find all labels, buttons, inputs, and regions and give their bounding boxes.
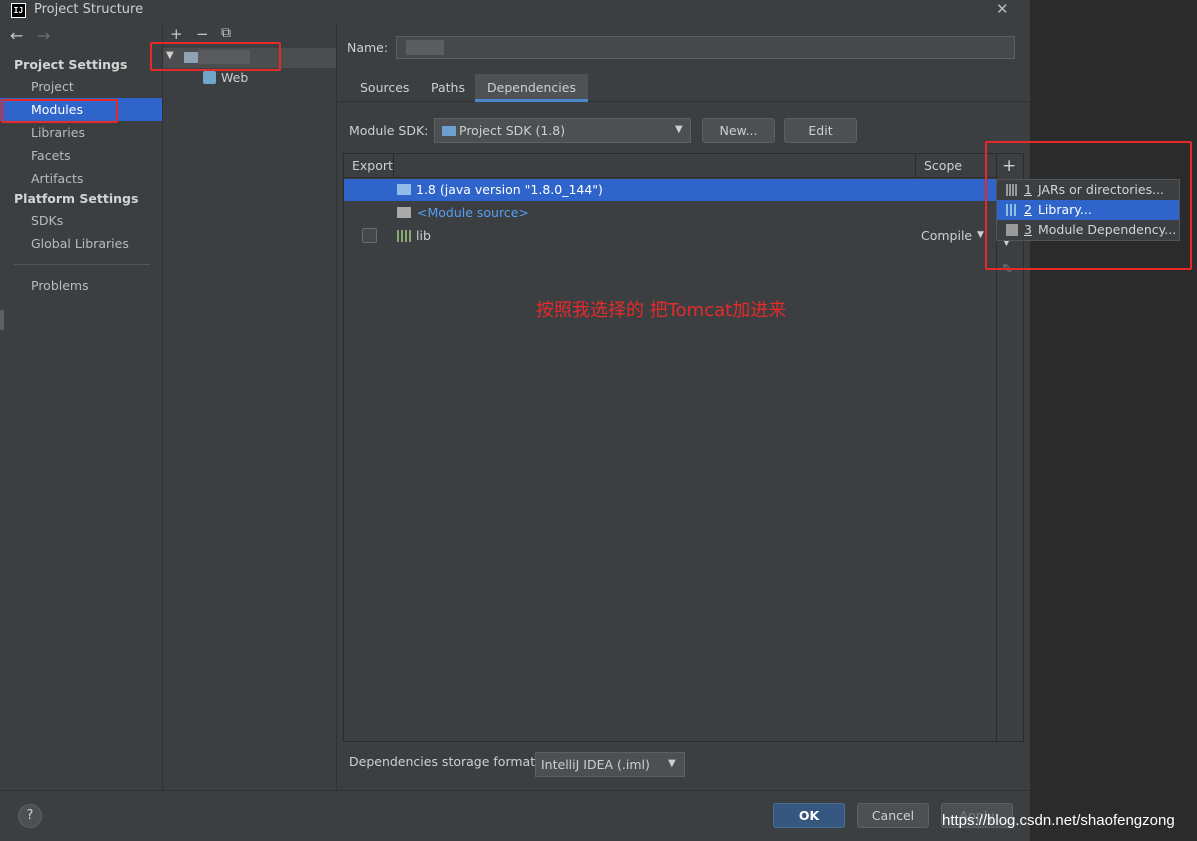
cancel-button[interactable]: Cancel [857, 803, 929, 828]
annotation-box-module [150, 42, 281, 71]
dependency-lib[interactable]: lib [416, 228, 431, 243]
column-divider [393, 154, 394, 178]
library-icon [397, 230, 411, 242]
module-sdk-label: Module SDK: [349, 123, 429, 138]
sdk-folder-icon [442, 126, 456, 136]
chevron-down-icon[interactable]: ▼ [977, 230, 984, 240]
export-checkbox[interactable] [362, 228, 377, 243]
add-icon[interactable]: + [170, 25, 183, 43]
web-facet-icon [203, 71, 216, 84]
nav-item-problems[interactable]: Problems [0, 274, 162, 297]
pane-divider[interactable] [162, 22, 163, 790]
nav-item-global-libraries[interactable]: Global Libraries [0, 232, 162, 255]
annotation-box-popup [985, 141, 1192, 270]
annotation-box-modules [1, 99, 118, 123]
scope-dropdown[interactable]: Compile [921, 228, 972, 243]
module-sdk-value: Project SDK (1.8) [459, 123, 566, 138]
column-divider [915, 154, 916, 178]
pane-divider[interactable] [336, 22, 337, 790]
project-settings-header: Project Settings [14, 57, 128, 72]
background-area [1030, 0, 1197, 841]
module-name-input[interactable] [396, 36, 1015, 59]
chevron-down-icon[interactable]: ▼ [668, 758, 676, 769]
annotation-text: 按照我选择的 把Tomcat加进来 [536, 300, 787, 321]
platform-settings-header: Platform Settings [14, 191, 139, 206]
tab-sources[interactable]: Sources [348, 74, 421, 102]
copy-icon[interactable]: ⧉ [221, 25, 231, 41]
module-tree-pane [162, 22, 337, 790]
nav-divider [14, 264, 150, 265]
storage-format-label: Dependencies storage format: [349, 754, 540, 769]
module-name-redacted [406, 40, 444, 55]
intellij-logo-icon: IJ [11, 3, 26, 18]
nav-item-facets[interactable]: Facets [0, 144, 162, 167]
nav-item-sdks[interactable]: SDKs [0, 209, 162, 232]
jdk-folder-icon [397, 184, 411, 195]
nav-item-libraries[interactable]: Libraries [0, 121, 162, 144]
new-sdk-button[interactable]: New... [702, 118, 775, 143]
chevron-down-icon[interactable]: ▼ [675, 124, 683, 135]
remove-icon[interactable]: − [196, 25, 209, 43]
help-button[interactable]: ? [18, 804, 42, 828]
nav-item-artifacts[interactable]: Artifacts [0, 167, 162, 190]
column-header-scope[interactable]: Scope [924, 158, 962, 173]
ok-button[interactable]: OK [773, 803, 845, 828]
title-bar [0, 0, 1030, 22]
window-edge-handle [0, 310, 4, 330]
table-header [344, 154, 996, 178]
edit-sdk-button[interactable]: Edit [784, 118, 857, 143]
module-source-folder-icon [397, 207, 411, 218]
back-arrow-icon[interactable]: ← [10, 26, 23, 45]
storage-format-value: IntelliJ IDEA (.iml) [541, 757, 650, 772]
window-title: Project Structure [34, 2, 144, 17]
watermark-text: https://blog.csdn.net/shaofengzong [942, 812, 1175, 829]
nav-item-project[interactable]: Project [0, 75, 162, 98]
dependency-module-source[interactable]: <Module source> [417, 205, 529, 220]
column-header-export[interactable]: Export [352, 158, 393, 173]
dependency-jdk: 1.8 (java version "1.8.0_144") [416, 182, 603, 197]
forward-arrow-icon[interactable]: → [37, 26, 50, 45]
tab-paths[interactable]: Paths [419, 74, 477, 102]
tab-dependencies[interactable]: Dependencies [475, 74, 588, 102]
tree-item-web[interactable]: Web [221, 70, 248, 85]
name-label: Name: [347, 40, 389, 55]
close-icon[interactable]: ✕ [996, 0, 1009, 18]
